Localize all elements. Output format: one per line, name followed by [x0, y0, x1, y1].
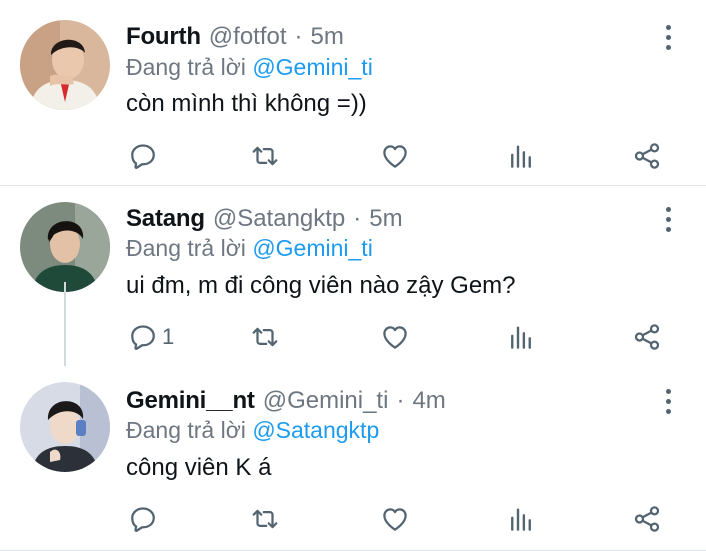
- reply-icon: [128, 322, 158, 352]
- more-options-icon[interactable]: [656, 386, 680, 416]
- like-button[interactable]: [380, 320, 410, 354]
- tweet[interactable]: Fourth @fotfot · 5m Đang trả lời @Gemini…: [0, 0, 706, 186]
- share-button[interactable]: [632, 139, 662, 173]
- retweet-button[interactable]: [250, 320, 280, 354]
- retweet-icon: [250, 504, 280, 534]
- more-options-icon[interactable]: [656, 22, 680, 52]
- reply-button[interactable]: 1: [128, 320, 174, 354]
- tweet-text: còn mình thì không =)): [126, 90, 367, 117]
- like-button[interactable]: [380, 139, 410, 173]
- tweet-actions: 1: [0, 320, 706, 354]
- avatar[interactable]: [20, 382, 110, 472]
- tweet[interactable]: Gemini__nt @Gemini_ti · 4m Đang trả lời …: [0, 366, 706, 551]
- replying-to-label: Đang trả lời: [126, 417, 246, 443]
- separator: ·: [396, 387, 405, 414]
- timestamp[interactable]: 4m: [412, 387, 445, 415]
- user-handle[interactable]: @fotfot: [209, 23, 287, 51]
- tweet-text: công viên K á: [126, 454, 272, 481]
- like-icon: [380, 504, 410, 534]
- share-button[interactable]: [632, 320, 662, 354]
- mention-link[interactable]: @Gemini_ti: [252, 235, 373, 261]
- tweet[interactable]: Satang @Satangktp · 5m Đang trả lời @Gem…: [0, 186, 706, 366]
- timestamp[interactable]: 5m: [311, 23, 344, 51]
- avatar[interactable]: [20, 20, 110, 110]
- analytics-icon: [506, 504, 536, 534]
- analytics-button[interactable]: [506, 139, 536, 173]
- replying-to: Đang trả lời @Gemini_ti: [126, 235, 373, 263]
- reply-icon: [128, 141, 158, 171]
- analytics-icon: [506, 322, 536, 352]
- analytics-icon: [506, 141, 536, 171]
- reply-button[interactable]: [128, 502, 162, 536]
- tweet-actions: [0, 502, 706, 536]
- replying-to-label: Đang trả lời: [126, 54, 246, 80]
- reply-button[interactable]: [128, 139, 162, 173]
- retweet-button[interactable]: [250, 502, 280, 536]
- display-name[interactable]: Fourth: [126, 23, 201, 51]
- analytics-button[interactable]: [506, 502, 536, 536]
- tweet-header: Gemini__nt @Gemini_ti · 4m: [126, 386, 446, 416]
- replying-to: Đang trả lời @Satangktp: [126, 417, 379, 445]
- replying-to: Đang trả lời @Gemini_ti: [126, 54, 373, 82]
- more-options-icon[interactable]: [656, 204, 680, 234]
- like-icon: [380, 141, 410, 171]
- user-handle[interactable]: @Gemini_ti: [263, 387, 389, 415]
- share-icon: [632, 504, 662, 534]
- like-icon: [380, 322, 410, 352]
- reply-count: 1: [162, 324, 175, 349]
- retweet-icon: [250, 322, 280, 352]
- share-icon: [632, 141, 662, 171]
- retweet-button[interactable]: [250, 139, 280, 173]
- separator: ·: [353, 205, 362, 232]
- tweet-text: ui đm, m đi công viên nào zậy Gem?: [126, 272, 516, 299]
- share-button[interactable]: [632, 502, 662, 536]
- tweet-header: Fourth @fotfot · 5m: [126, 22, 344, 52]
- tweet-header: Satang @Satangktp · 5m: [126, 204, 403, 234]
- share-icon: [632, 322, 662, 352]
- mention-link[interactable]: @Gemini_ti: [252, 54, 373, 80]
- separator: ·: [294, 23, 303, 50]
- tweet-actions: [0, 139, 706, 173]
- reply-icon: [128, 504, 158, 534]
- analytics-button[interactable]: [506, 320, 536, 354]
- retweet-icon: [250, 141, 280, 171]
- like-button[interactable]: [380, 502, 410, 536]
- mention-link[interactable]: @Satangktp: [252, 417, 379, 443]
- replying-to-label: Đang trả lời: [126, 235, 246, 261]
- user-handle[interactable]: @Satangktp: [213, 205, 345, 233]
- display-name[interactable]: Gemini__nt: [126, 387, 255, 415]
- display-name[interactable]: Satang: [126, 205, 205, 233]
- timestamp[interactable]: 5m: [369, 205, 402, 233]
- avatar[interactable]: [20, 202, 110, 292]
